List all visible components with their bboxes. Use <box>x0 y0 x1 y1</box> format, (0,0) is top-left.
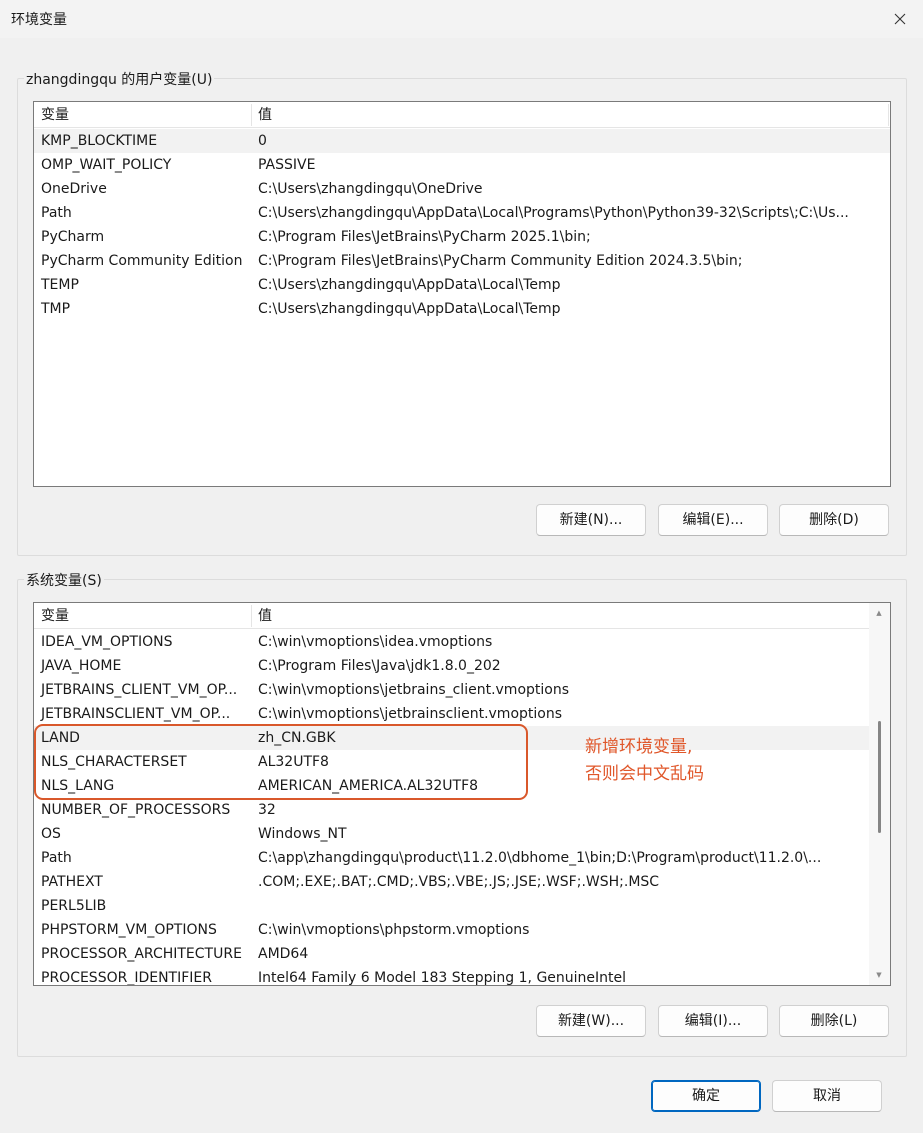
table-row[interactable]: OneDrive C:\Users\zhangdingqu\OneDrive <box>34 177 890 201</box>
list-header: 变量 值 <box>34 603 869 629</box>
variable-name-cell: NUMBER_OF_PROCESSORS <box>41 802 231 818</box>
table-row[interactable]: PROCESSOR_ARCHITECTURE AMD64 <box>34 942 869 966</box>
ok-button[interactable]: 确定 <box>651 1080 761 1112</box>
variable-name-cell: PyCharm Community Edition <box>41 253 243 269</box>
variable-name-cell: PROCESSOR_IDENTIFIER <box>41 970 212 986</box>
variable-value-cell: C:\Program Files\JetBrains\PyCharm 2025.… <box>258 229 591 245</box>
table-row[interactable]: Path C:\Users\zhangdingqu\AppData\Local\P… <box>34 201 890 225</box>
window-title: 环境变量 <box>11 12 67 28</box>
variable-value-cell: C:\win\vmoptions\idea.vmoptions <box>258 634 493 650</box>
variable-name-cell: PERL5LIB <box>41 898 107 914</box>
variable-name-cell: JAVA_HOME <box>41 658 122 674</box>
table-row[interactable]: JETBRAINS_CLIENT_VM_OP... C:\win\vmoption… <box>34 678 869 702</box>
variable-value-cell: C:\Users\zhangdingqu\OneDrive <box>258 181 483 197</box>
system-new-button[interactable]: 新建(W)... <box>536 1005 646 1037</box>
variable-name-cell: PyCharm <box>41 229 105 245</box>
variable-name-cell: TMP <box>41 301 71 317</box>
table-row[interactable]: KMP_BLOCKTIME 0 <box>34 129 890 153</box>
table-row[interactable]: TEMP C:\Users\zhangdingqu\AppData\Local\T… <box>34 273 890 297</box>
table-row[interactable]: OS Windows_NT <box>34 822 869 846</box>
variable-name-cell: OneDrive <box>41 181 107 197</box>
variable-value-cell: 32 <box>258 802 276 818</box>
system-vars-label: 系统变量(S) <box>24 570 104 590</box>
variable-name-cell: Path <box>41 205 72 221</box>
variable-name-cell: JETBRAINS_CLIENT_VM_OP... <box>41 682 238 698</box>
table-row[interactable]: PyCharm C:\Program Files\JetBrains\PyChar… <box>34 225 890 249</box>
user-vars-label: zhangdingqu 的用户变量(U) <box>24 69 215 89</box>
variable-value-cell: 0 <box>258 133 267 149</box>
variable-name-cell: PHPSTORM_VM_OPTIONS <box>41 922 217 938</box>
variable-value-cell: C:\Program Files\Java\jdk1.8.0_202 <box>258 658 501 674</box>
variable-value-cell: C:\win\vmoptions\phpstorm.vmoptions <box>258 922 530 938</box>
table-row[interactable]: OMP_WAIT_POLICY PASSIVE <box>34 153 890 177</box>
scroll-down-arrow-icon[interactable]: ▼ <box>869 967 889 983</box>
table-row[interactable]: TMP C:\Users\zhangdingqu\AppData\Local\Te… <box>34 297 890 321</box>
system-edit-button[interactable]: 编辑(I)... <box>658 1005 768 1037</box>
variable-value-cell: C:\win\vmoptions\jetbrains_client.vmopti… <box>258 682 570 698</box>
annotation-text: 新增环境变量, 否则会中文乱码 <box>585 734 704 788</box>
column-header-value[interactable]: 值 <box>251 603 272 629</box>
table-row[interactable]: PyCharm Community Edition C:\Program File… <box>34 249 890 273</box>
annotation-line: 否则会中文乱码 <box>585 764 704 784</box>
table-row[interactable]: JAVA_HOME C:\Program Files\Java\jdk1.8.0_… <box>34 654 869 678</box>
column-separator[interactable] <box>888 104 889 126</box>
user-new-button[interactable]: 新建(N)... <box>536 504 646 536</box>
user-delete-button[interactable]: 删除(D) <box>779 504 889 536</box>
variable-name-cell: KMP_BLOCKTIME <box>41 133 158 149</box>
system-delete-button[interactable]: 删除(L) <box>779 1005 889 1037</box>
variable-value-cell: PASSIVE <box>258 157 316 173</box>
table-row[interactable]: IDEA_VM_OPTIONS C:\win\vmoptions\idea.vmo… <box>34 630 869 654</box>
variable-name-cell: IDEA_VM_OPTIONS <box>41 634 173 650</box>
variable-name-cell: PATHEXT <box>41 874 103 890</box>
variable-name-cell: Path <box>41 850 72 866</box>
table-row[interactable]: NUMBER_OF_PROCESSORS 32 <box>34 798 869 822</box>
variable-value-cell: C:\Users\zhangdingqu\AppData\Local\Progr… <box>258 205 849 221</box>
user-edit-button[interactable]: 编辑(E)... <box>658 504 768 536</box>
user-vars-list[interactable]: 变量 值 KMP_BLOCKTIME 0 OMP_WAIT_POLICY PASSIV… <box>33 101 891 487</box>
variable-value-cell: C:\Users\zhangdingqu\AppData\Local\Temp <box>258 277 561 293</box>
vertical-scrollbar[interactable]: ▲ ▼ <box>869 603 890 985</box>
close-icon <box>894 13 906 25</box>
table-row[interactable]: PATHEXT .COM;.EXE;.BAT;.CMD;.VBS;.VBE;.JS… <box>34 870 869 894</box>
annotation-line: 新增环境变量, <box>585 737 693 757</box>
table-row[interactable]: PERL5LIB <box>34 894 869 918</box>
scroll-up-arrow-icon[interactable]: ▲ <box>869 605 889 621</box>
variable-name-cell: TEMP <box>41 277 79 293</box>
variable-value-cell: C:\Users\zhangdingqu\AppData\Local\Temp <box>258 301 561 317</box>
column-header-variable[interactable]: 变量 <box>34 603 69 629</box>
variable-value-cell: .COM;.EXE;.BAT;.CMD;.VBS;.VBE;.JS;.JSE;.… <box>258 874 660 890</box>
variable-name-cell: OS <box>41 826 61 842</box>
list-header: 变量 值 <box>34 102 890 128</box>
variable-value-cell: C:\app\zhangdingqu\product\11.2.0\dbhome… <box>258 850 822 866</box>
variable-value-cell: C:\Program Files\JetBrains\PyCharm Commu… <box>258 253 743 269</box>
variable-value-cell: Windows_NT <box>258 826 347 842</box>
variable-value-cell: AMD64 <box>258 946 309 962</box>
close-button[interactable] <box>877 0 923 38</box>
title-bar: 环境变量 <box>0 0 923 38</box>
table-row[interactable]: PROCESSOR_IDENTIFIER Intel64 Family 6 Mod… <box>34 966 869 986</box>
table-row[interactable]: Path C:\app\zhangdingqu\product\11.2.0\db… <box>34 846 869 870</box>
variable-name-cell: OMP_WAIT_POLICY <box>41 157 172 173</box>
table-row[interactable]: JETBRAINSCLIENT_VM_OP... C:\win\vmoptions… <box>34 702 869 726</box>
cancel-button[interactable]: 取消 <box>772 1080 882 1112</box>
annotation-highlight-box <box>34 724 528 800</box>
variable-value-cell <box>251 894 863 918</box>
scroll-thumb[interactable] <box>878 721 881 833</box>
variable-value-cell: Intel64 Family 6 Model 183 Stepping 1, G… <box>258 970 627 986</box>
table-row[interactable]: PHPSTORM_VM_OPTIONS C:\win\vmoptions\phps… <box>34 918 869 942</box>
variable-name-cell: JETBRAINSCLIENT_VM_OP... <box>41 706 231 722</box>
column-header-variable[interactable]: 变量 <box>34 102 69 128</box>
variable-value-cell: C:\win\vmoptions\jetbrainsclient.vmoptio… <box>258 706 563 722</box>
variable-name-cell: PROCESSOR_ARCHITECTURE <box>41 946 242 962</box>
column-header-value[interactable]: 值 <box>251 102 272 128</box>
